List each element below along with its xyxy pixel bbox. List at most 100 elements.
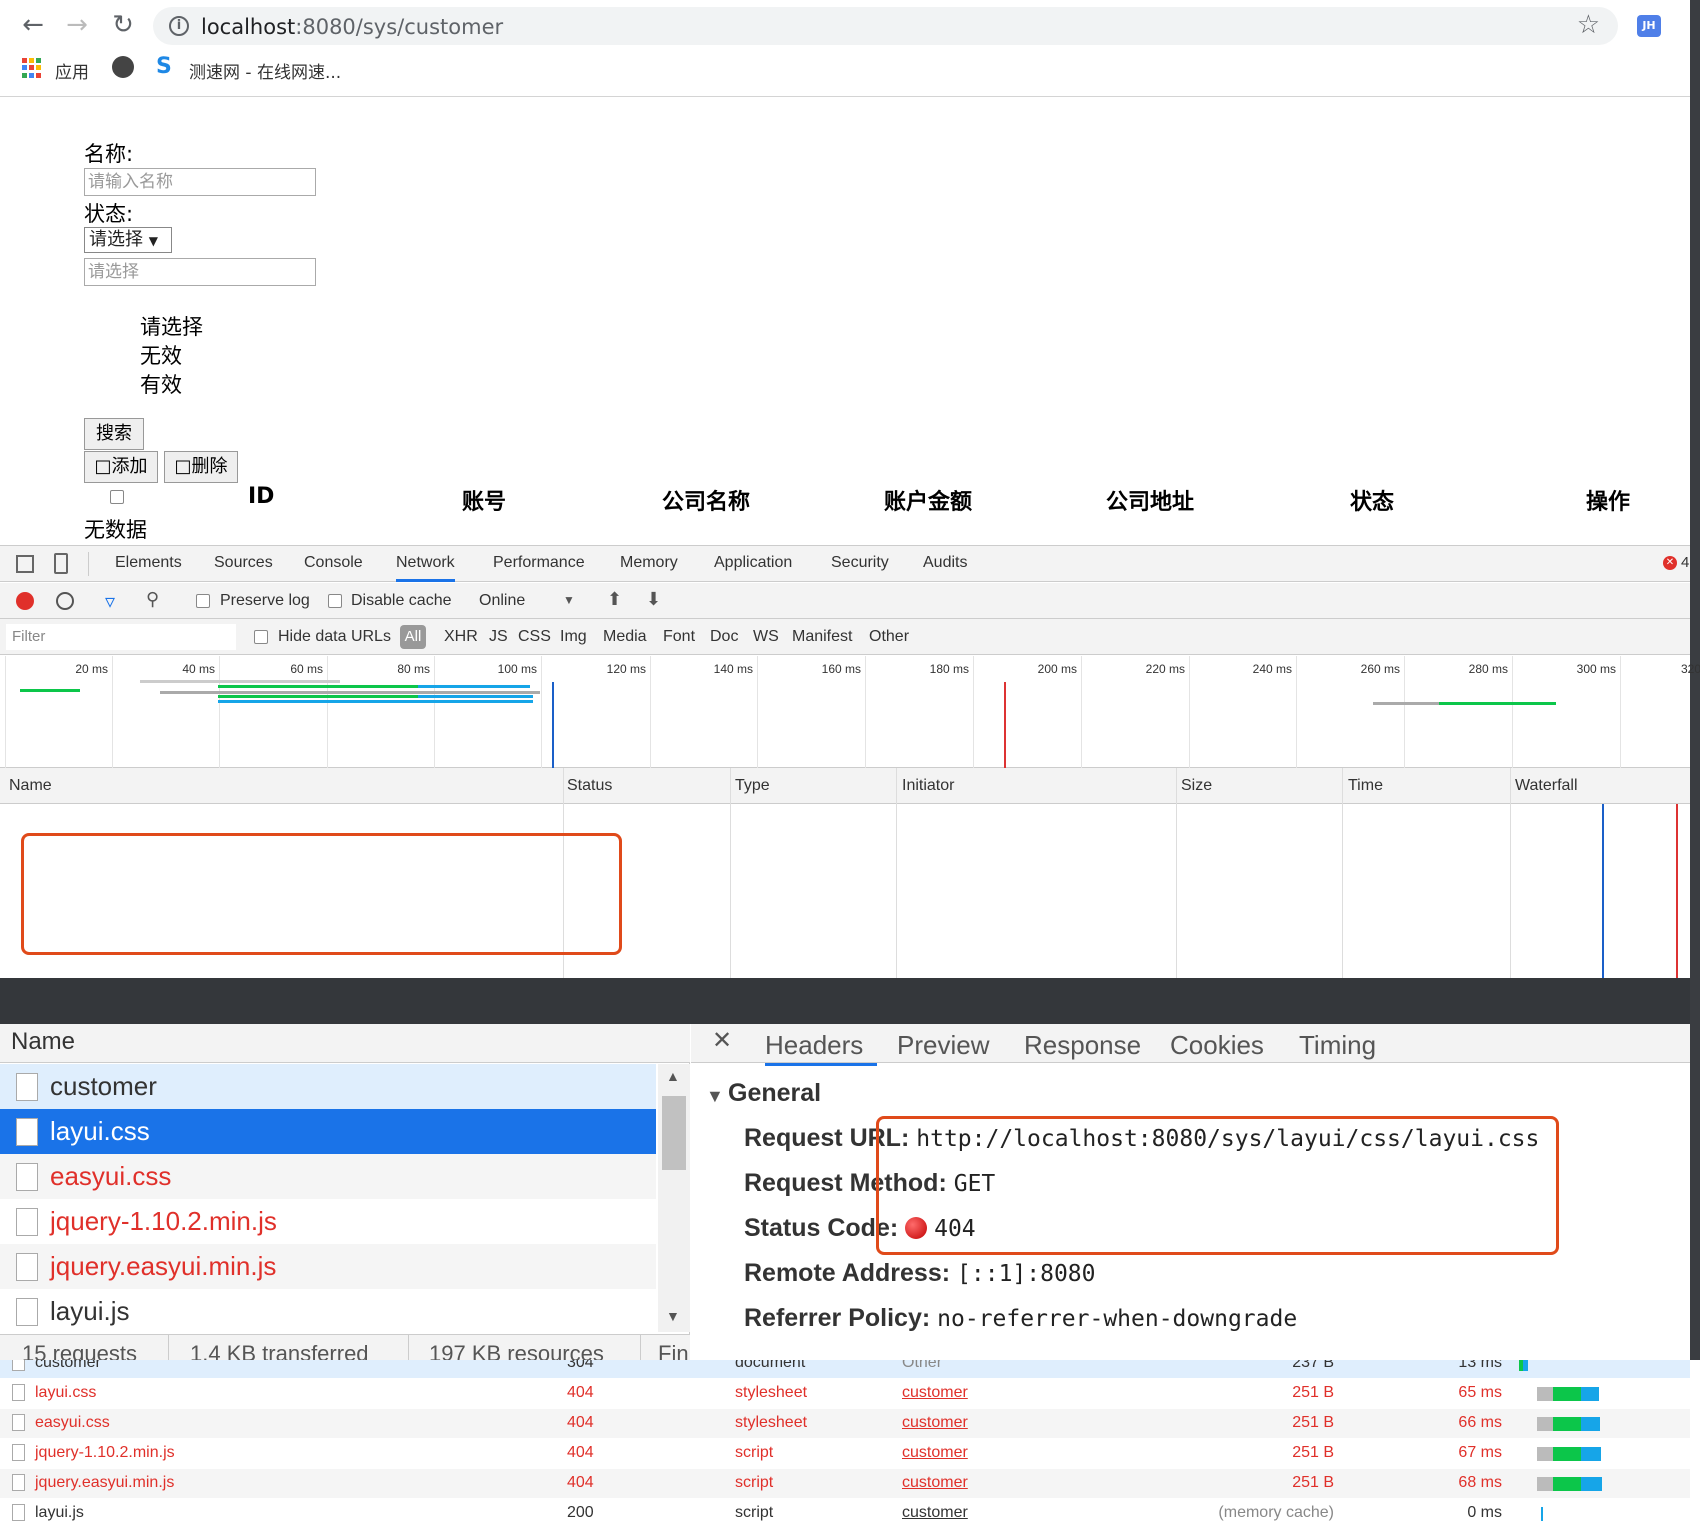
filter-other[interactable]: Other bbox=[869, 628, 909, 646]
record-icon[interactable] bbox=[16, 592, 34, 610]
search-button[interactable]: 搜索 bbox=[84, 418, 144, 450]
close-icon[interactable]: ✕ bbox=[712, 1026, 732, 1055]
preserve-log-checkbox[interactable] bbox=[196, 594, 210, 608]
cell-initiator[interactable]: customer bbox=[902, 1504, 968, 1522]
delete-button[interactable]: □删除 bbox=[164, 451, 238, 483]
tab-console[interactable]: Console bbox=[304, 554, 363, 572]
col-waterfall[interactable]: Waterfall bbox=[1515, 777, 1578, 795]
filter-xhr[interactable]: XHR bbox=[444, 628, 478, 646]
list-item-selected[interactable]: layui.css bbox=[0, 1109, 656, 1154]
scrollbar-thumb[interactable] bbox=[662, 1096, 686, 1170]
tab-sources[interactable]: Sources bbox=[214, 554, 273, 572]
status-input[interactable]: 请选择 bbox=[84, 258, 316, 286]
tab-cookies[interactable]: Cookies bbox=[1170, 1030, 1264, 1061]
tab-timing[interactable]: Timing bbox=[1299, 1030, 1376, 1061]
timeline-overview[interactable]: 20 ms 40 ms 60 ms 80 ms 100 ms 120 ms 14… bbox=[0, 656, 1700, 768]
tab-security[interactable]: Security bbox=[831, 554, 889, 572]
col-name[interactable]: Name bbox=[9, 777, 52, 795]
filter-all[interactable]: All bbox=[400, 625, 426, 649]
scroll-down-icon[interactable]: ▼ bbox=[666, 1308, 680, 1324]
section-general[interactable]: General bbox=[728, 1079, 821, 1108]
scroll-up-icon[interactable]: ▲ bbox=[666, 1068, 680, 1084]
bookmark-speedtest[interactable]: 测速网 - 在线网速... bbox=[189, 58, 341, 83]
filter-doc[interactable]: Doc bbox=[710, 628, 738, 646]
bookmark-apps[interactable]: 应用 bbox=[55, 58, 89, 83]
status-option[interactable]: 无效 bbox=[140, 340, 182, 370]
col-status[interactable]: Status bbox=[567, 777, 612, 795]
section-toggle-icon[interactable]: ▼ bbox=[706, 1086, 724, 1107]
tab-network[interactable]: Network bbox=[396, 554, 455, 582]
tab-elements[interactable]: Elements bbox=[115, 554, 182, 572]
globe-icon[interactable] bbox=[112, 56, 134, 78]
info-icon[interactable]: i bbox=[169, 16, 189, 36]
footer-finish: Fin bbox=[658, 1341, 689, 1360]
bookmark-star-icon[interactable]: ☆ bbox=[1577, 10, 1600, 40]
throttle-select[interactable]: Online bbox=[479, 592, 525, 610]
status-option[interactable]: 请选择 bbox=[140, 311, 203, 341]
tab-audits[interactable]: Audits bbox=[923, 554, 967, 572]
filter-font[interactable]: Font bbox=[663, 628, 695, 646]
select-all-checkbox[interactable] bbox=[110, 490, 124, 504]
export-icon[interactable]: ⬇ bbox=[646, 589, 661, 610]
add-button[interactable]: □添加 bbox=[84, 451, 158, 483]
tab-performance[interactable]: Performance bbox=[493, 554, 585, 572]
forward-icon[interactable]: → bbox=[62, 10, 92, 40]
list-scrollbar[interactable]: ▲ ▼ bbox=[658, 1064, 690, 1332]
tab-preview[interactable]: Preview bbox=[897, 1030, 989, 1061]
profile-avatar[interactable]: JH bbox=[1637, 15, 1661, 37]
name-input[interactable]: 请输入名称 bbox=[84, 168, 316, 196]
status-select[interactable]: 请选择 ▼ bbox=[84, 227, 172, 253]
filter-manifest[interactable]: Manifest bbox=[792, 628, 852, 646]
tab-response[interactable]: Response bbox=[1024, 1030, 1141, 1061]
preserve-log-label[interactable]: Preserve log bbox=[220, 592, 310, 610]
list-item[interactable]: easyui.css bbox=[0, 1154, 656, 1199]
col-size[interactable]: Size bbox=[1181, 777, 1212, 795]
table-row[interactable]: layui.css 404 stylesheet customer 251 B 65 ms bbox=[0, 1379, 1690, 1408]
hide-data-urls-label[interactable]: Hide data URLs bbox=[278, 628, 391, 646]
device-toolbar-icon[interactable] bbox=[54, 553, 68, 574]
filter-media[interactable]: Media bbox=[603, 628, 647, 646]
filter-input[interactable]: Filter bbox=[6, 624, 236, 650]
table-row[interactable]: jquery-1.10.2.min.js 404 script customer 251… bbox=[0, 1439, 1690, 1468]
th-balance: 账户金额 bbox=[884, 490, 973, 515]
tab-memory[interactable]: Memory bbox=[620, 554, 678, 572]
filter-img[interactable]: Img bbox=[560, 628, 587, 646]
reload-icon[interactable]: ↻ bbox=[108, 10, 138, 40]
clear-icon[interactable] bbox=[56, 592, 74, 610]
table-row[interactable]: easyui.css 404 stylesheet customer 251 B 66 m… bbox=[0, 1409, 1690, 1438]
error-count[interactable]: 4 bbox=[1681, 554, 1689, 571]
filter-js[interactable]: JS bbox=[489, 628, 508, 646]
cell-initiator[interactable]: customer bbox=[902, 1414, 968, 1432]
status-option[interactable]: 有效 bbox=[140, 369, 182, 399]
col-time[interactable]: Time bbox=[1348, 777, 1383, 795]
error-icon[interactable]: ✕ bbox=[1663, 556, 1677, 570]
list-item[interactable]: customer bbox=[0, 1064, 656, 1109]
tab-application[interactable]: Application bbox=[714, 554, 792, 572]
url-text[interactable]: localhost:8080/sys/customer bbox=[201, 15, 503, 39]
disable-cache-checkbox[interactable] bbox=[328, 594, 342, 608]
col-type[interactable]: Type bbox=[735, 777, 770, 795]
chevron-down-icon[interactable]: ▼ bbox=[563, 593, 575, 607]
filter-icon[interactable]: ▿ bbox=[105, 589, 115, 614]
address-bar[interactable]: i localhost:8080/sys/customer ☆ bbox=[153, 7, 1618, 45]
cell-initiator[interactable]: customer bbox=[902, 1444, 968, 1462]
timeline-tick: 40 ms bbox=[112, 656, 219, 768]
list-item[interactable]: jquery-1.10.2.min.js bbox=[0, 1199, 656, 1244]
col-initiator[interactable]: Initiator bbox=[902, 777, 954, 795]
table-row[interactable]: jquery.easyui.min.js 404 script customer 251… bbox=[0, 1469, 1690, 1498]
search-icon[interactable]: ⚲ bbox=[146, 589, 159, 610]
cell-initiator[interactable]: customer bbox=[902, 1474, 968, 1492]
table-row[interactable]: layui.js 200 script customer (memory cache) 0… bbox=[0, 1499, 1690, 1528]
list-item[interactable]: layui.js bbox=[0, 1289, 656, 1334]
filter-css[interactable]: CSS bbox=[518, 628, 551, 646]
inspect-icon[interactable] bbox=[16, 555, 34, 573]
filter-ws[interactable]: WS bbox=[753, 628, 779, 646]
apps-icon[interactable] bbox=[22, 58, 42, 78]
list-item[interactable]: jquery.easyui.min.js bbox=[0, 1244, 656, 1289]
back-icon[interactable]: ← bbox=[18, 10, 48, 40]
hide-data-urls-checkbox[interactable] bbox=[254, 630, 268, 644]
import-icon[interactable]: ⬆ bbox=[607, 589, 622, 610]
disable-cache-label[interactable]: Disable cache bbox=[351, 592, 452, 610]
tab-headers[interactable]: Headers bbox=[765, 1030, 877, 1066]
cell-initiator[interactable]: customer bbox=[902, 1384, 968, 1402]
